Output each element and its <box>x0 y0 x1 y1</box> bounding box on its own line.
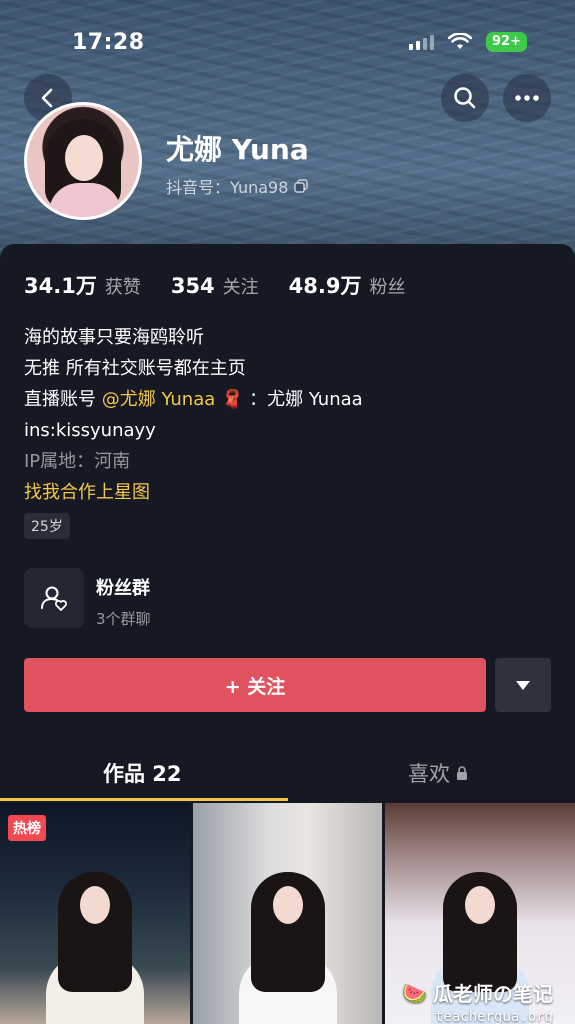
bio-line: 海的故事只要海鸥聆听 <box>24 327 204 348</box>
tab-label: 作品 22 <box>103 762 182 786</box>
stat-value: 34.1万 <box>24 274 97 298</box>
stat-following[interactable]: 354 关注 <box>171 273 259 299</box>
search-button[interactable] <box>441 74 489 122</box>
bio-live-account-line: 直播账号 @尤娜 Yunaa 🧣 ：尤娜 Yunaa <box>24 384 363 415</box>
douyin-id-text: 抖音号：Yuna98 <box>166 178 289 197</box>
bio-text: ：尤娜 Yunaa <box>249 389 363 410</box>
watermark-url: teachergua.org <box>434 1009 553 1024</box>
stat-followers[interactable]: 48.9万 粉丝 <box>289 270 406 300</box>
watermark: 🍉 瓜老师の笔记 teachergua.org <box>402 978 553 1024</box>
lock-icon <box>457 766 467 780</box>
search-icon <box>454 87 476 109</box>
fan-group-subtitle: 3个群聊 <box>96 610 151 628</box>
stat-value: 48.9万 <box>288 274 362 298</box>
hot-list-badge: 热榜 <box>8 815 46 841</box>
content-tabs: 作品 22 喜欢 <box>0 750 575 802</box>
battery-badge: 92+ <box>486 32 527 52</box>
stat-likes[interactable]: 34.1万 获赞 <box>24 270 141 300</box>
active-tab-indicator <box>0 798 288 801</box>
profile-bio: 海的故事只要海鸥聆听 无推 所有社交账号都在主页 直播账号 @尤娜 Yunaa … <box>24 322 363 508</box>
tab-likes[interactable]: 喜欢 <box>408 758 468 788</box>
cellular-signal-icon <box>409 34 435 50</box>
bio-text: 直播账号 <box>24 389 96 410</box>
stat-value: 354 <box>170 274 215 298</box>
wifi-icon <box>448 33 473 49</box>
bio-line: 无推 所有社交账号都在主页 <box>24 358 246 379</box>
fan-group-title: 粉丝群 <box>96 578 150 599</box>
business-cooperation-link[interactable]: 找我合作上星图 <box>24 477 363 508</box>
tab-label: 喜欢 <box>408 762 450 786</box>
profile-stats: 34.1万 获赞 354 关注 48.9万 粉丝 <box>24 270 406 300</box>
live-account-mention-link[interactable]: @尤娜 Yunaa <box>102 389 216 410</box>
avatar[interactable] <box>24 102 142 220</box>
stat-label: 获赞 <box>104 277 141 298</box>
tab-works[interactable]: 作品 22 <box>103 758 182 788</box>
more-dots-icon <box>515 95 539 101</box>
stat-label: 粉丝 <box>369 277 406 298</box>
copy-icon[interactable] <box>294 179 309 193</box>
watermelon-icon: 🍉 <box>402 980 427 1005</box>
chevron-left-icon <box>41 88 53 108</box>
triangle-down-icon <box>516 680 530 690</box>
fan-group-icon <box>24 568 84 628</box>
status-bar-right: 92+ <box>409 32 527 52</box>
age-tag: 25岁 <box>24 513 70 539</box>
scarf-emoji-icon: 🧣 <box>221 389 244 410</box>
profile-name: 尤娜 Yuna <box>166 133 309 166</box>
follow-button[interactable]: + 关注 <box>24 658 486 712</box>
video-thumbnail[interactable]: 热榜 <box>0 803 190 1024</box>
fan-group-entry[interactable]: 粉丝群 3个群聊 <box>24 568 151 629</box>
douyin-id[interactable]: 抖音号：Yuna98 <box>166 174 309 198</box>
status-time: 17:28 <box>72 30 145 55</box>
more-button[interactable] <box>503 74 551 122</box>
stat-label: 关注 <box>222 277 259 298</box>
more-actions-dropdown-button[interactable] <box>495 658 551 712</box>
ip-location: IP属地：河南 <box>24 451 131 472</box>
watermark-title: 瓜老师の笔记 <box>433 982 553 1006</box>
video-thumbnail[interactable] <box>192 803 383 1024</box>
bio-line: ins:kissyunayy <box>24 420 156 441</box>
